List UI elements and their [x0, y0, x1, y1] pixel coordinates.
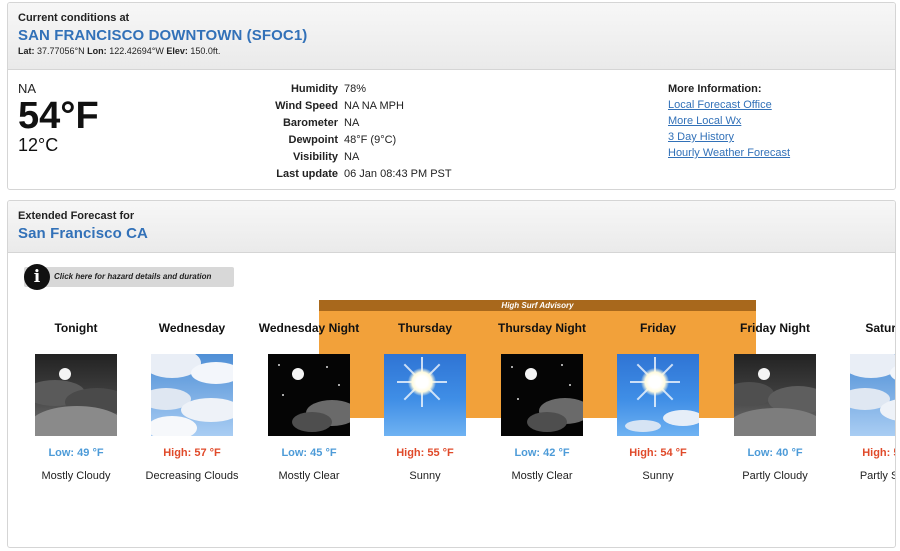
partly-sunny-icon[interactable]	[850, 354, 895, 436]
temperature-celsius: 12°C	[18, 135, 59, 155]
detail-row-humidity: Humidity 78%	[290, 83, 367, 95]
sunny-icon[interactable]	[617, 354, 699, 436]
latitude: 37.77056°N	[37, 46, 85, 56]
longitude: 122.42694°W	[109, 46, 164, 56]
mostly-clear-night-icon[interactable]	[501, 354, 583, 436]
detail-row-dewpoint: Dewpoint 48°F (9°C)	[288, 134, 397, 146]
forecast-period-wednesday: Wednesday High: 57 °F Decreasing Clouds	[134, 320, 250, 484]
more-information-title: More Information:	[668, 83, 762, 95]
sunny-icon[interactable]	[384, 354, 466, 436]
link-hourly-weather-forecast[interactable]: Hourly Weather Forecast	[668, 145, 790, 161]
extended-forecast-panel: Extended Forecast for San Francisco CA i…	[7, 200, 896, 548]
station-name: SAN FRANCISCO DOWNTOWN (SFOC1)	[18, 27, 308, 44]
decreasing-clouds-icon[interactable]	[151, 354, 233, 436]
temperature-fahrenheit: 54°F	[18, 95, 99, 137]
forecast-period-wednesday-night: Wednesday Night Low: 45 °F Mostly Clear	[258, 321, 360, 482]
current-condition-text: NA	[18, 81, 37, 96]
current-conditions-panel: Current conditions at SAN FRANCISCO DOWN…	[7, 2, 896, 190]
forecast-period-thursday-night: Thursday Night Low: 42 °F Mostly Clear	[484, 320, 600, 484]
current-conditions-header: Current conditions at SAN FRANCISCO DOWN…	[8, 3, 895, 70]
forecast-periods: Tonight Low: 49 °F Mostly Cloudy Wednesd…	[8, 201, 895, 547]
detail-row-barometer: Barometer NA	[282, 117, 360, 129]
current-details-table: Humidity 78% Wind Speed NA NA MPH Baromete…	[208, 81, 452, 183]
mostly-cloudy-night-icon[interactable]	[35, 354, 117, 436]
partly-cloudy-night-icon[interactable]	[734, 354, 816, 436]
link-more-local-wx[interactable]: More Local Wx	[668, 113, 790, 129]
forecast-period-tonight: Tonight Low: 49 °F Mostly Cloudy	[18, 320, 134, 484]
detail-row-visibility: Visibility NA	[292, 151, 360, 163]
forecast-period-saturday: Saturday High: 56 °F Partly Sunny	[833, 320, 895, 484]
detail-row-last-update: Last update 06 Jan 08:43 PM PST	[276, 168, 452, 180]
station-coordinates: Lat: 37.77056°N Lon: 122.42694°W Elev: 1…	[18, 46, 221, 56]
forecast-period-friday-night: Friday Night Low: 40 °F Partly Cloudy	[717, 320, 833, 484]
elevation: 150.0ft.	[190, 46, 221, 56]
forecast-period-thursday: Thursday High: 55 °F Sunny	[367, 320, 483, 484]
link-3-day-history[interactable]: 3 Day History	[668, 129, 790, 145]
forecast-period-friday: Friday High: 54 °F Sunny	[600, 320, 716, 484]
link-local-forecast-office[interactable]: Local Forecast Office	[668, 97, 790, 113]
current-temperature: NA 54°F 12°C	[18, 81, 99, 155]
detail-row-wind-speed: Wind Speed NA NA MPH	[275, 100, 404, 112]
mostly-clear-night-icon[interactable]	[268, 354, 350, 436]
current-conditions-label: Current conditions at	[18, 12, 130, 24]
more-information: More Information: Local Forecast Office …	[668, 83, 790, 161]
